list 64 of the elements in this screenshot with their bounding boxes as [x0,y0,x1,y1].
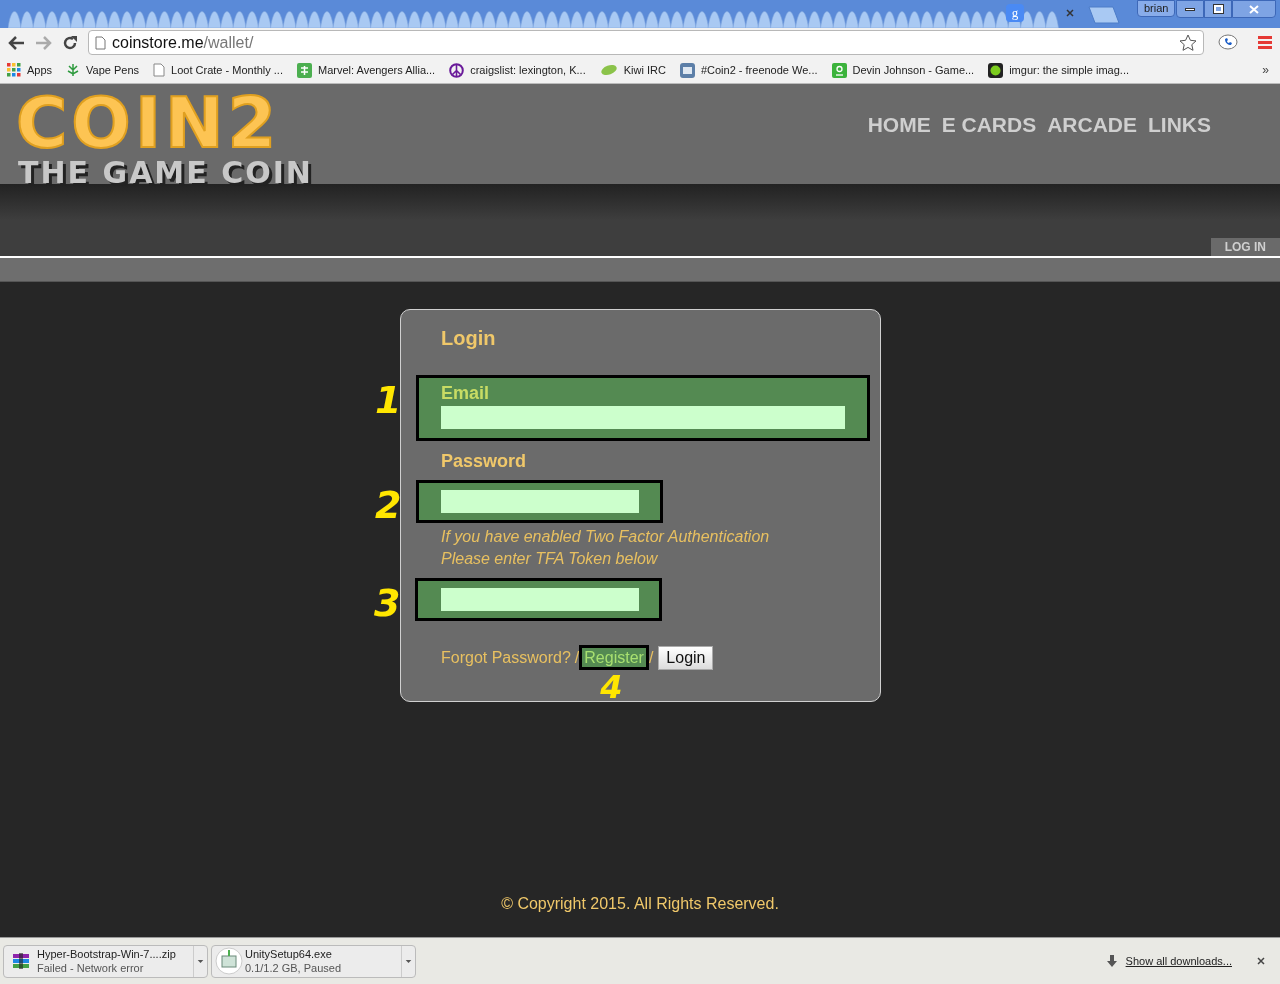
bookmark-item[interactable]: Vape Pens [66,59,154,81]
input-field[interactable] [441,406,845,429]
plant-icon [66,63,81,77]
log-in-tab[interactable]: LOG IN [1210,238,1280,256]
new-tab-button[interactable] [1088,6,1120,24]
minimize-button[interactable] [1176,0,1204,18]
reload-icon[interactable] [62,34,78,51]
download-item[interactable]: UnitySetup64.exe 0.1/1.2 GB, Paused [211,944,416,978]
bookmark-item[interactable]: Devin Johnson - Game... [831,59,989,81]
download-name: Hyper-Bootstrap-Win-7....zip [37,947,177,961]
annotation-number: 1 [375,380,402,420]
download-status: 0.1/1.2 GB, Paused [245,961,342,975]
separator: / [574,647,580,668]
close-window-button[interactable] [1232,0,1276,18]
leaf-icon [599,64,618,76]
forward-arrow-icon[interactable] [35,35,52,50]
peace-sign-icon [449,62,465,78]
apps-grid-icon [7,63,21,77]
copyright-text: © Copyright 2015. All Rights Reserved. [501,894,779,914]
page-icon [95,35,106,50]
bookmark-item[interactable]: Apps [7,59,67,81]
bookmark-item[interactable]: Loot Crate - Monthly ... [153,59,297,81]
download-arrow-icon [1106,955,1117,967]
annotation-number: 3 [374,583,401,623]
tfa-note: If you have enabled Two Factor Authentication [441,527,771,547]
download-status: Failed - Network error [37,961,145,975]
bookmark-item[interactable]: imgur: the simple imag... [988,59,1143,81]
tfa-note: Please enter TFA Token below [441,549,659,569]
show-all-downloads-link[interactable]: Show all downloads... [1125,952,1232,970]
archive-stack-icon [11,952,30,970]
field-label: Password [441,450,528,473]
installer-icon [214,947,243,975]
back-arrow-icon[interactable] [8,35,25,50]
annotation-number: 2 [375,485,402,525]
url-text: coinstore.me/wallet/ [112,32,254,53]
bookmark-item[interactable]: craigslist: lexington, K... [449,59,600,81]
field-label: Email [441,382,491,404]
person-badge-icon [831,62,847,78]
address-bar[interactable]: coinstore.me/wallet/ [88,30,1204,55]
download-item[interactable]: Hyper-Bootstrap-Win-7....zip Failed - Network error [3,944,208,978]
input-field[interactable] [441,490,639,513]
phone-bubble-icon[interactable] [1218,33,1238,52]
logo-title: COIN2 [16,90,281,156]
page-icon [153,63,166,77]
dot-icon [988,62,1004,78]
more-bookmarks-chevron[interactable]: » [1262,61,1273,79]
bookmark-item[interactable]: #Coin2 - freenode We... [679,59,832,81]
star-icon[interactable] [1179,33,1197,52]
irc-icon [679,62,695,78]
card-title: Login [441,326,497,351]
login-button[interactable]: Login [658,645,714,670]
download-name: UnitySetup64.exe [245,947,333,961]
profile-button[interactable]: brian [1137,0,1176,17]
restore-button[interactable] [1204,0,1232,18]
bookmark-item[interactable]: Kiwi IRC [599,59,680,81]
close-icon[interactable] [1066,9,1074,17]
close-icon [1249,4,1259,14]
menu-icon[interactable] [1258,36,1272,49]
separator: / [648,647,654,668]
annotation-number: 4 [600,670,623,704]
bookmark-item[interactable]: Marvel: Avengers Allia... [297,59,450,81]
input-field[interactable] [441,588,639,611]
app-tile-icon [297,62,312,78]
close-icon[interactable] [1257,957,1265,965]
